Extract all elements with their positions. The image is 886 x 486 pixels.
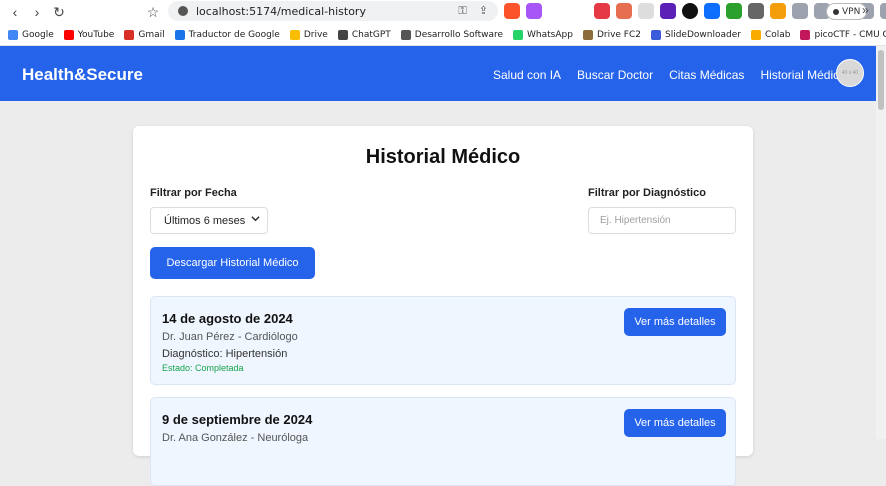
view-details-button[interactable]: Ver más detalles	[624, 308, 726, 336]
bookmark-picoctf[interactable]: picoCTF - CMU Cyb...	[800, 29, 886, 40]
bookmark-whatsapp[interactable]: WhatsApp	[513, 29, 573, 40]
chatgpt-icon	[337, 29, 348, 40]
forward-icon: ›	[34, 4, 40, 20]
main-nav: Salud con IA Buscar Doctor Citas Médicas…	[493, 68, 846, 82]
app-header: Health&Secure Salud con IA Buscar Doctor…	[0, 46, 876, 101]
brand-logo[interactable]: Health&Secure	[22, 65, 143, 85]
google-icon	[8, 29, 18, 40]
avatar[interactable]: 40 x 40	[836, 59, 864, 87]
bookmark-page-button[interactable]: ☆	[142, 1, 164, 23]
extension-icon[interactable]	[594, 3, 610, 19]
record-diagnosis: Diagnóstico: Hipertensión	[162, 348, 288, 360]
share-icon[interactable]: ⇪	[479, 4, 488, 18]
colab-icon	[750, 29, 761, 40]
gmail-icon	[124, 29, 135, 40]
extension-icon[interactable]	[792, 3, 808, 19]
drive-icon	[289, 29, 300, 40]
nav-salud-ia[interactable]: Salud con IA	[493, 68, 561, 82]
bookmark-drive-fc2[interactable]: Drive FC2	[582, 29, 641, 40]
bookmark-star-icon: ☆	[146, 3, 160, 20]
chevron-down-icon	[251, 214, 260, 225]
picoctf-icon	[800, 29, 811, 40]
filter-diagnosis-label: Filtrar por Diagnóstico	[588, 187, 706, 199]
reload-icon: ↻	[53, 3, 65, 20]
brave-shield-icon[interactable]	[504, 3, 520, 19]
record-doctor: Dr. Ana González - Neuróloga	[162, 432, 309, 444]
extension-icon[interactable]	[726, 3, 742, 19]
extension-icon[interactable]	[682, 3, 698, 19]
record-date: 14 de agosto de 2024	[162, 311, 293, 326]
address-bar[interactable]: localhost:5174/medical-history ⚿ ⇪	[168, 1, 498, 21]
view-details-button[interactable]: Ver más detalles	[624, 409, 726, 437]
brave-rewards-icon[interactable]	[526, 3, 542, 19]
nav-buscar-doctor[interactable]: Buscar Doctor	[577, 68, 653, 82]
site-info-icon[interactable]	[178, 6, 188, 16]
extension-icon[interactable]	[704, 3, 720, 19]
bookmark-translate[interactable]: Traductor de Google	[174, 29, 280, 40]
bookmark-slidedownloader[interactable]: SlideDownloader	[651, 29, 741, 40]
bookmarks-bar: Google YouTube Gmail Traductor de Google…	[0, 24, 886, 46]
record-date: 9 de septiembre de 2024	[162, 412, 313, 427]
download-history-button[interactable]: Descargar Historial Médico	[150, 247, 315, 279]
bookmark-colab[interactable]: Colab	[750, 29, 790, 40]
scrollbar-thumb[interactable]	[878, 50, 884, 110]
filter-diagnosis-input[interactable]	[588, 207, 736, 234]
extension-icon[interactable]	[638, 3, 654, 19]
slidedownloader-icon	[651, 29, 661, 40]
back-button[interactable]: ‹	[4, 1, 26, 23]
key-icon[interactable]: ⚿	[458, 4, 466, 18]
nav-citas-medicas[interactable]: Citas Médicas	[669, 68, 744, 82]
bookmark-gmail[interactable]: Gmail	[124, 29, 165, 40]
bookmark-desarrollo[interactable]: Desarrollo Software	[400, 29, 503, 40]
extension-icon[interactable]	[616, 3, 632, 19]
more-icon[interactable]: »	[862, 3, 869, 17]
bookmark-google[interactable]: Google	[8, 29, 54, 40]
filter-date-label: Filtrar por Fecha	[150, 187, 237, 199]
page-title: Historial Médico	[365, 146, 521, 168]
back-icon: ‹	[12, 4, 18, 20]
bookmark-chatgpt[interactable]: ChatGPT	[337, 29, 391, 40]
nav-historial-medico[interactable]: Historial Médico	[760, 68, 845, 82]
whatsapp-icon	[513, 29, 524, 40]
extension-icon[interactable]	[770, 3, 786, 19]
reload-button[interactable]: ↻	[48, 1, 70, 23]
extension-icon[interactable]	[880, 3, 886, 19]
history-record: 9 de septiembre de 2024 Dr. Ana González…	[150, 397, 736, 486]
extension-icon[interactable]	[660, 3, 676, 19]
bookmark-drive[interactable]: Drive	[289, 29, 328, 40]
vpn-icon	[833, 8, 839, 15]
drive-fc2-icon	[582, 29, 593, 40]
filter-date-select[interactable]: Últimos 6 meses	[150, 207, 268, 234]
forward-button[interactable]: ›	[26, 1, 48, 23]
extension-icon[interactable]	[748, 3, 764, 19]
youtube-icon	[63, 29, 74, 40]
history-record: 14 de agosto de 2024 Dr. Juan Pérez - Ca…	[150, 296, 736, 385]
record-doctor: Dr. Juan Pérez - Cardiólogo	[162, 331, 298, 343]
url-text: localhost:5174/medical-history	[196, 4, 366, 18]
record-status: Estado: Completada	[162, 363, 244, 373]
medical-history-card: Historial Médico Filtrar por Fecha Últim…	[133, 126, 753, 486]
bookmark-youtube[interactable]: YouTube	[63, 29, 114, 40]
filter-date-value: Últimos 6 meses	[164, 214, 246, 227]
folder-icon	[400, 29, 411, 40]
browser-toolbar: ‹ › ↻ ☆ localhost:5174/medical-history ⚿…	[0, 0, 886, 24]
translate-icon	[174, 29, 185, 40]
